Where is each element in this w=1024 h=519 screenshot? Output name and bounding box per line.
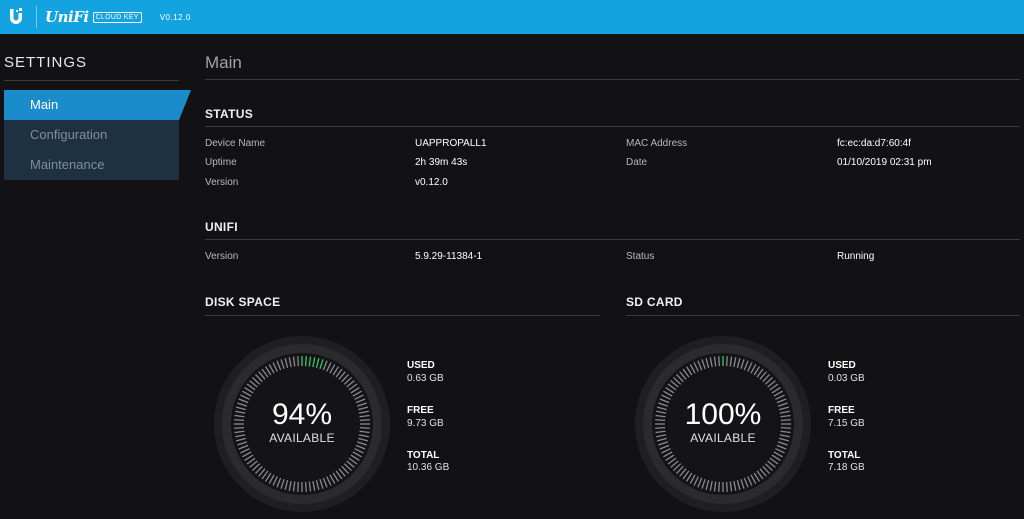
gauge-tick-free xyxy=(297,481,300,492)
date-value: 01/10/2019 02:31 pm xyxy=(837,157,932,168)
disk-percent-available: 94% xyxy=(271,398,333,431)
sd-card-heading: SD CARD xyxy=(626,295,683,309)
sidebar-item-maintenance[interactable]: Maintenance xyxy=(4,150,179,180)
sidebar-title: SETTINGS xyxy=(4,54,88,71)
app-version: V0.12.0 xyxy=(159,12,191,22)
gauge-tick-free xyxy=(718,481,721,492)
sd-available-label: AVAILABLE xyxy=(690,431,756,445)
gauge-tick-free xyxy=(725,356,728,367)
sd-card-divider xyxy=(626,315,1020,316)
unifi-brand: UniFi CLOUD KEY xyxy=(45,8,142,26)
page-title: Main xyxy=(205,53,242,72)
version-label: Version xyxy=(205,177,239,188)
brand-name: UniFi xyxy=(45,8,89,26)
sd-used-label: USED xyxy=(828,360,856,371)
mac-address-value: fc:ec:da:d7:60:4f xyxy=(837,138,911,149)
gauge-tick-free xyxy=(725,481,728,492)
disk-total-label: TOTAL xyxy=(407,450,440,461)
mac-address-label: MAC Address xyxy=(626,138,688,149)
sidebar: SETTINGS Main Configuration Maintenance xyxy=(0,34,191,519)
sidebar-item-configuration[interactable]: Configuration xyxy=(4,120,179,150)
sd-percent-available: 100% xyxy=(684,398,762,431)
date-label: Date xyxy=(626,157,648,168)
sd-used-value: 0.03 GB xyxy=(828,373,865,384)
unifi-version-value: 5.9.29-11384-1 xyxy=(415,251,483,262)
sd-total-label: TOTAL xyxy=(828,450,861,461)
ubiquiti-logo-icon[interactable] xyxy=(0,0,32,34)
version-value: v0.12.0 xyxy=(415,177,448,188)
disk-total-value: 10.36 GB xyxy=(407,462,450,473)
brand-badge: CLOUD KEY xyxy=(92,11,142,23)
unifi-heading: UNIFI xyxy=(205,220,238,234)
topbar-divider xyxy=(36,6,37,28)
unifi-version-label: Version xyxy=(205,251,239,262)
unifi-status-label: Status xyxy=(626,251,655,262)
gauge-tick-free xyxy=(718,356,721,367)
sd-total-value: 7.18 GB xyxy=(828,462,865,473)
sd-free-value: 7.15 GB xyxy=(828,418,865,429)
device-name-label: Device Name xyxy=(205,138,266,149)
sidebar-item-main[interactable]: Main xyxy=(4,90,179,120)
status-heading: STATUS xyxy=(205,107,254,121)
disk-free-value: 9.73 GB xyxy=(407,418,444,429)
disk-free-label: FREE xyxy=(407,405,434,416)
gauge-tick-used xyxy=(304,356,307,367)
unifi-status-value: Running xyxy=(837,251,875,262)
unifi-divider xyxy=(205,239,1020,240)
status-divider xyxy=(205,126,1020,127)
sd-free-label: FREE xyxy=(828,405,855,416)
disk-space-heading: DISK SPACE xyxy=(205,295,281,309)
gauge-tick-free xyxy=(297,356,300,367)
uptime-label: Uptime xyxy=(205,157,237,168)
disk-available-label: AVAILABLE xyxy=(269,431,335,445)
disk-used-value: 0.63 GB xyxy=(407,373,444,384)
uptime-value: 2h 39m 43s xyxy=(415,157,468,168)
title-divider xyxy=(205,79,1020,80)
disk-space-divider xyxy=(205,315,600,316)
active-arrow-icon xyxy=(179,90,191,120)
sidebar-divider xyxy=(4,80,179,81)
disk-used-label: USED xyxy=(407,360,435,371)
gauge-tick-free xyxy=(304,481,307,492)
top-bar: UniFi CLOUD KEY V0.12.0 xyxy=(0,0,1024,34)
device-name-value: UAPPROPALL1 xyxy=(415,138,487,149)
